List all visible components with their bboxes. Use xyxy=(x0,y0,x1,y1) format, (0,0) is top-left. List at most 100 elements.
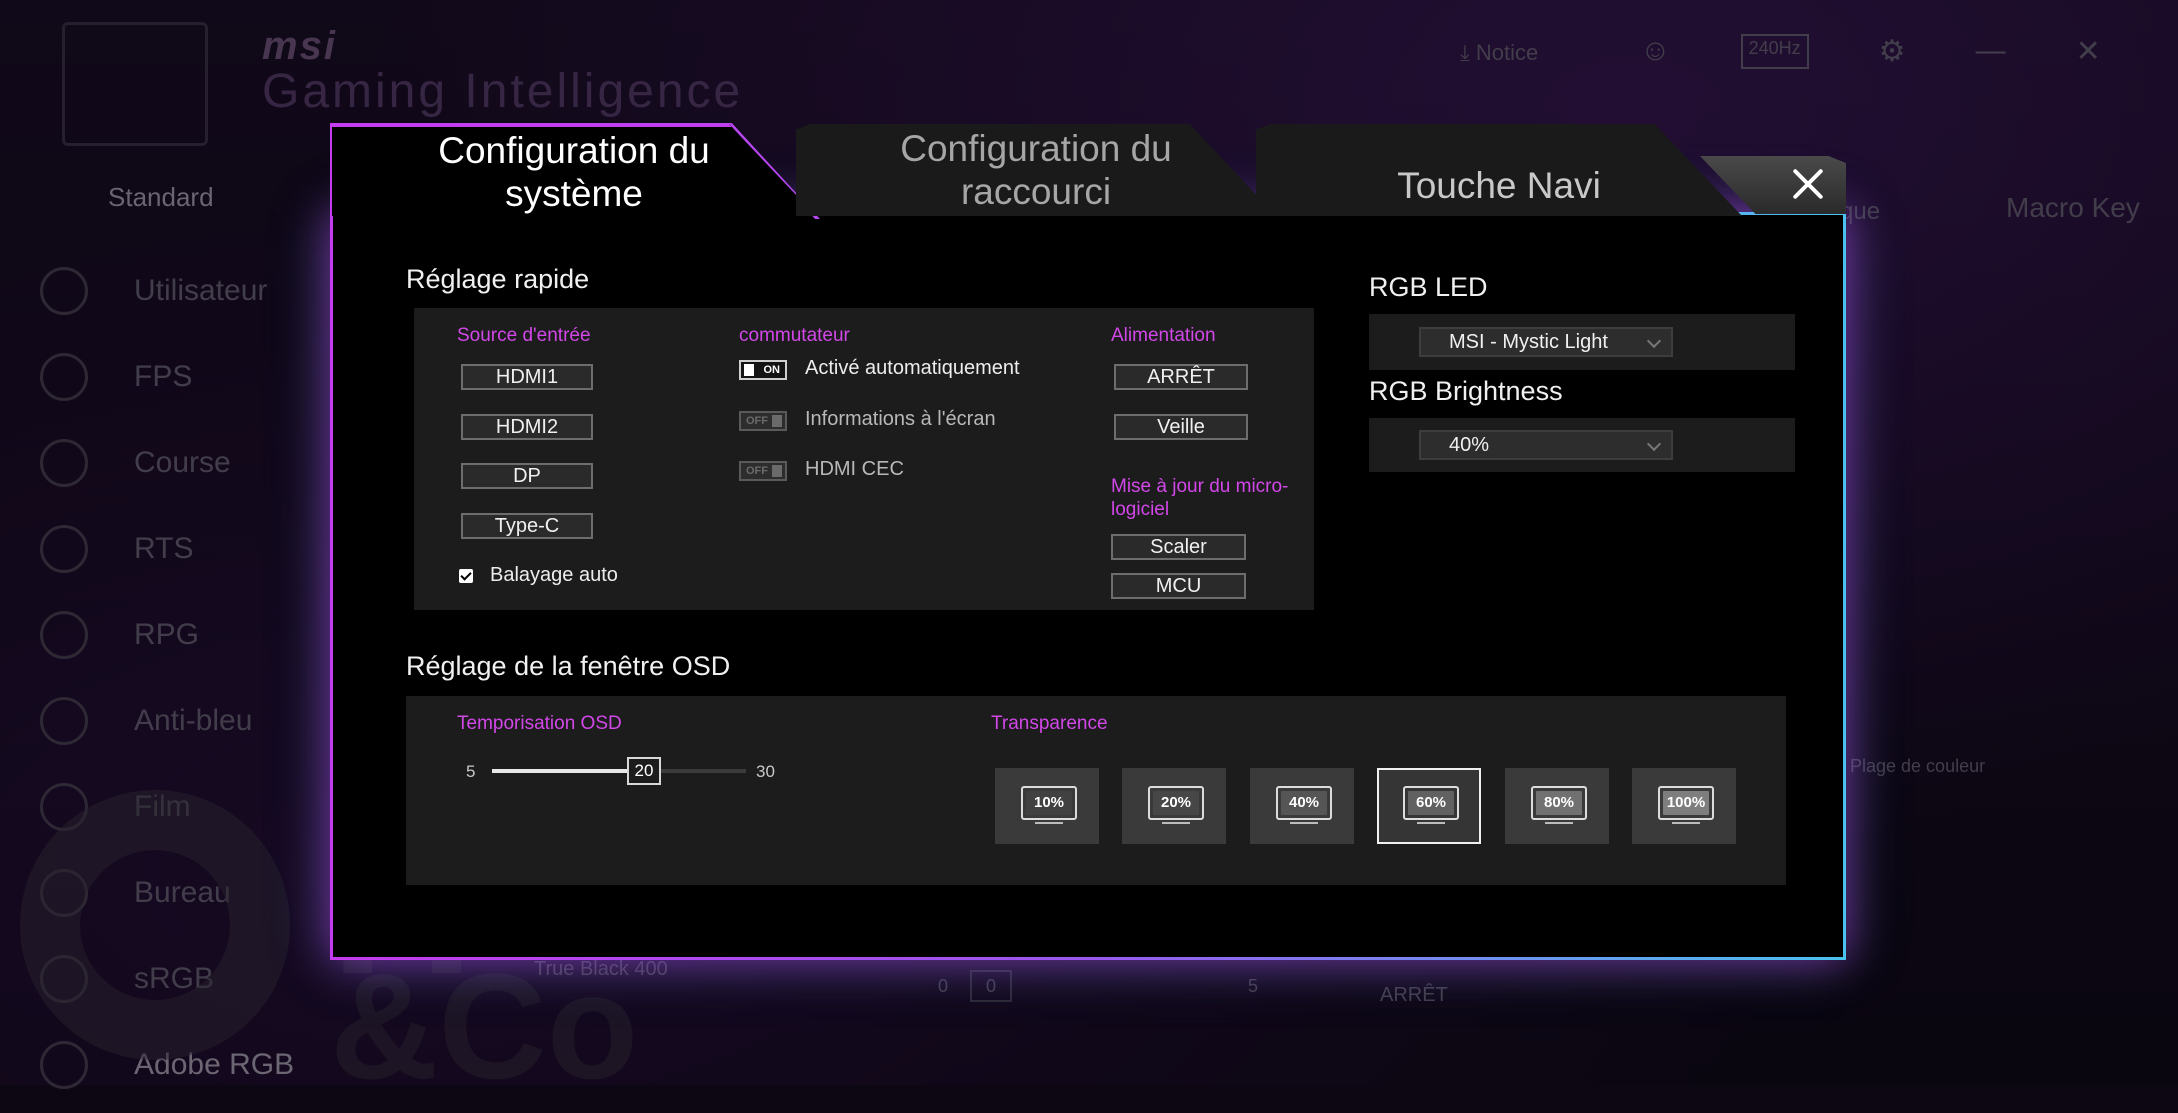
watermark-ring-icon xyxy=(20,790,290,1060)
slider-min-label: 0 xyxy=(938,976,949,996)
osd-timeout-max: 30 xyxy=(756,762,775,781)
osd-timeout-min: 5 xyxy=(466,762,476,781)
osd-timeout-thumb[interactable]: 20 xyxy=(627,757,661,785)
sidebar-mode-icon xyxy=(40,697,88,745)
title-bar-icons: ☺ 240Hz ⚙ — ✕ xyxy=(1640,34,2101,69)
auto-scan-label: Balayage auto xyxy=(490,564,618,586)
sidebar-item[interactable]: RTS xyxy=(40,506,294,592)
tab-que[interactable]: que xyxy=(1840,198,1880,226)
sidebar-item[interactable]: Utilisateur xyxy=(40,248,294,334)
firmware-label: Mise à jour du micro-logiciel xyxy=(1111,476,1289,520)
sidebar-item-label: FPS xyxy=(134,360,193,393)
transparency-label: Transparence xyxy=(991,713,1108,734)
transparency-value: 80% xyxy=(1536,791,1582,815)
window-close-icon[interactable]: ✕ xyxy=(2076,34,2101,69)
rgb-brightness-title: RGB Brightness xyxy=(1369,376,1563,406)
quick-settings-title: Réglage rapide xyxy=(406,264,590,294)
input-hdmi2-button[interactable]: HDMI2 xyxy=(461,414,593,440)
gear-icon[interactable]: ⚙ xyxy=(1879,34,1906,69)
brand-logo: msi xyxy=(262,24,337,68)
monitor-icon: 60% xyxy=(1403,786,1459,820)
monitor-stand-icon xyxy=(1672,822,1700,824)
watermark-co: &Co xyxy=(330,942,639,1110)
power-standby-button[interactable]: Veille xyxy=(1114,414,1248,440)
toggle-state: OFF xyxy=(746,415,768,427)
sidebar-item-label: RPG xyxy=(134,618,200,651)
sidebar-item[interactable]: FPS xyxy=(40,334,294,420)
auto-on-toggle[interactable]: ON xyxy=(739,360,787,380)
input-hdmi1-button[interactable]: HDMI1 xyxy=(461,364,593,390)
osd-info-toggle[interactable]: OFF xyxy=(739,411,787,431)
monitor-stand-icon xyxy=(1417,822,1445,824)
input-dp-button[interactable]: DP xyxy=(461,463,593,489)
sidebar-mode-icon xyxy=(40,525,88,573)
osd-timeout-slider[interactable] xyxy=(492,769,746,773)
auto-scan-checkbox[interactable] xyxy=(459,569,473,583)
transparency-option[interactable]: 40% xyxy=(1250,768,1354,844)
hdmi-cec-toggle[interactable]: OFF xyxy=(739,461,787,481)
rgb-led-dropdown[interactable]: MSI - Mystic Light xyxy=(1419,327,1673,357)
transparency-option[interactable]: 100% xyxy=(1632,768,1736,844)
firmware-scaler-button[interactable]: Scaler xyxy=(1111,534,1246,560)
slider-thumb[interactable]: 0 xyxy=(970,970,1012,1002)
transparency-value: 60% xyxy=(1408,791,1454,815)
refresh-rate-badge[interactable]: 240Hz xyxy=(1740,34,1809,69)
switch-label: commutateur xyxy=(739,325,850,346)
sidebar-item-label: Course xyxy=(134,446,231,479)
toggle-state: OFF xyxy=(746,465,768,477)
transparency-option[interactable]: 80% xyxy=(1505,768,1609,844)
tab-standard[interactable]: Standard xyxy=(108,182,214,213)
transparency-option[interactable]: 60% xyxy=(1377,768,1481,844)
monitor-stand-icon xyxy=(1162,822,1190,824)
transparency-option[interactable]: 10% xyxy=(995,768,1099,844)
input-typec-button[interactable]: Type-C xyxy=(461,513,593,539)
slider-fill xyxy=(492,769,644,773)
slider-max-label: 5 xyxy=(1248,976,1259,996)
arret-label: ARRÊT xyxy=(1380,984,1448,1006)
rgb-led-value: MSI - Mystic Light xyxy=(1449,331,1608,353)
rgb-brightness-dropdown[interactable]: 40% xyxy=(1419,430,1673,460)
monitor-icon: 20% xyxy=(1148,786,1204,820)
transparency-value: 100% xyxy=(1663,791,1709,815)
smiley-icon[interactable]: ☺ xyxy=(1640,34,1671,69)
transparency-value: 10% xyxy=(1026,791,1072,815)
monitor-stand-icon xyxy=(1035,822,1063,824)
osd-settings-title: Réglage de la fenêtre OSD xyxy=(406,651,731,681)
chevron-down-icon xyxy=(1646,436,1662,452)
chevron-down-icon xyxy=(1646,333,1662,349)
notice-button[interactable]: ⤓ Notice xyxy=(1460,40,1538,66)
monitor-stand-icon xyxy=(1545,822,1573,824)
sidebar-mode-icon xyxy=(40,1041,88,1089)
app-title: Gaming Intelligence xyxy=(262,65,744,118)
power-label: Alimentation xyxy=(1111,325,1216,346)
toggle-state: ON xyxy=(763,364,781,376)
tab-navi-label: Touche Navi xyxy=(1397,164,1601,206)
power-off-button[interactable]: ARRÊT xyxy=(1114,364,1248,390)
tab-system-label: Configuration du système xyxy=(438,129,710,214)
download-icon: ⤓ xyxy=(1460,40,1476,65)
sidebar-mode-icon xyxy=(40,353,88,401)
sidebar-mode-icon xyxy=(40,439,88,487)
sidebar-mode-icon xyxy=(40,611,88,659)
transparency-option[interactable]: 20% xyxy=(1122,768,1226,844)
sidebar-item-label: Anti-bleu xyxy=(134,704,253,737)
auto-on-label: Activé automatiquement xyxy=(805,357,1020,379)
sidebar-mode-icon xyxy=(40,267,88,315)
transparency-value: 40% xyxy=(1281,791,1327,815)
osd-info-label: Informations à l'écran xyxy=(805,408,996,430)
transparency-value: 20% xyxy=(1153,791,1199,815)
sidebar-item[interactable]: Anti-bleu xyxy=(40,678,294,764)
sidebar-item[interactable]: Course xyxy=(40,420,294,506)
close-icon[interactable] xyxy=(1790,166,1826,202)
monitor-icon: 10% xyxy=(1021,786,1077,820)
tab-shortcut-label: Configuration du raccourci xyxy=(900,128,1172,212)
sidebar-item[interactable]: RPG xyxy=(40,592,294,678)
input-source-label: Source d'entrée xyxy=(457,325,591,346)
notice-label: Notice xyxy=(1475,40,1539,65)
tab-macro-key[interactable]: Macro Key xyxy=(2006,192,2140,224)
monitor-icon: 40% xyxy=(1276,786,1332,820)
rgb-brightness-value: 40% xyxy=(1449,434,1490,456)
minimize-icon[interactable]: — xyxy=(1976,34,2006,69)
monitor-icon: 80% xyxy=(1531,786,1587,820)
firmware-mcu-button[interactable]: MCU xyxy=(1111,573,1246,599)
